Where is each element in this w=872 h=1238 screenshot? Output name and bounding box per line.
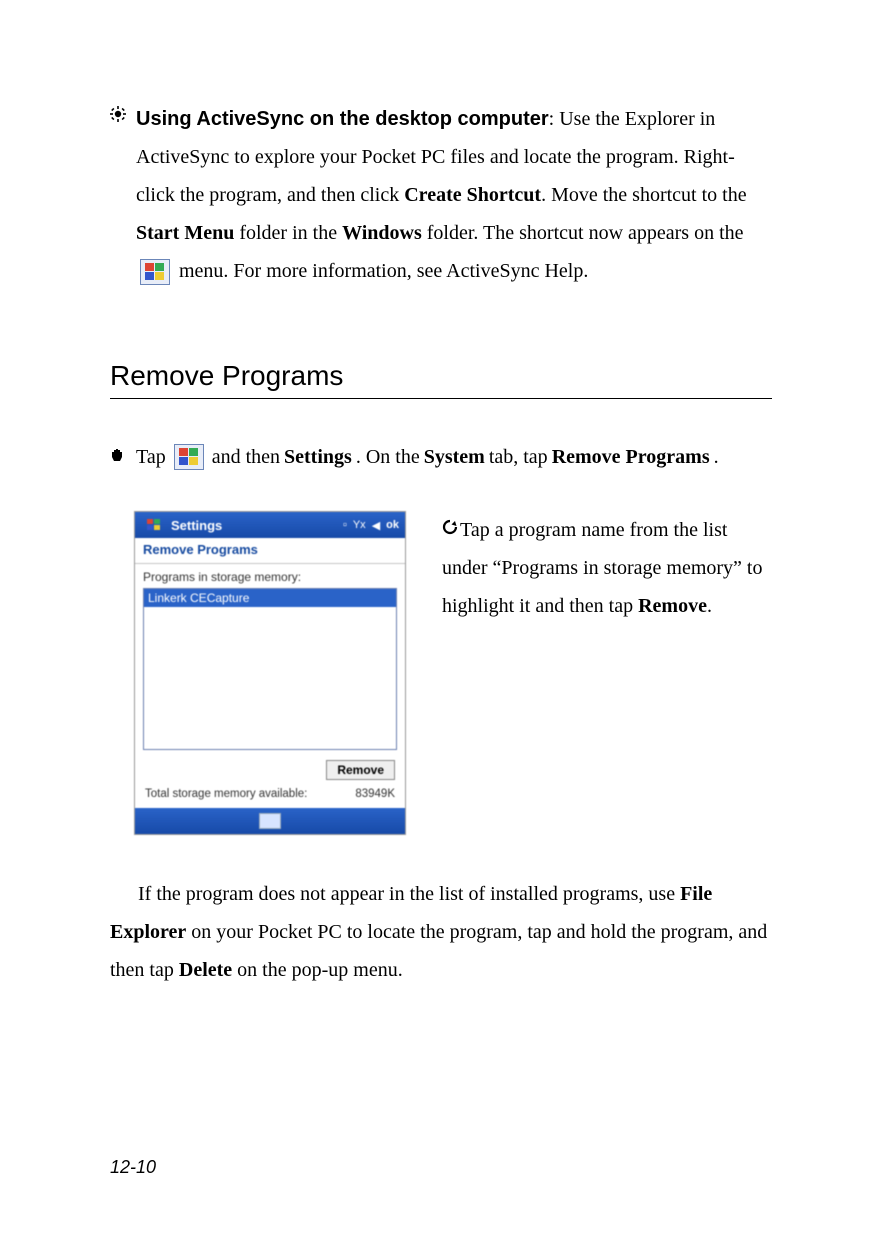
tap-b1: Settings [284,439,352,475]
tap-instruction: Tap and then Settings . On the System ta… [110,439,772,475]
antenna-icon: Yx [353,519,366,531]
tap-end: . [714,439,719,475]
bullet-title: Using ActiveSync on the desktop computer [136,108,549,130]
programs-list-label: Programs in storage memory: [135,564,405,588]
windows-logo-icon [174,444,204,470]
final-b2: Delete [179,959,232,981]
text-b: . Move the shortcut to the [541,184,747,206]
tap-mid: and then [212,439,280,475]
keyboard-icon[interactable] [259,813,281,829]
pocketpc-screenshot: Settings ▫ Yx ◀ ok Remove Programs Progr… [134,511,406,835]
text-e: menu. For more information, see ActiveSy… [174,260,588,282]
activesync-bullet-item: Using ActiveSync on the desktop computer… [110,100,772,290]
hand-icon [110,441,128,473]
button-row: Remove [135,750,405,782]
final-t1: If the program does not appear in the li… [138,883,680,905]
text-c: folder in the [234,222,342,244]
bold-windows: Windows [342,222,422,244]
pocketpc-title: Settings [171,518,222,533]
speaker-icon: ◀ [372,519,380,532]
storage-available-value: 83949K [355,788,395,800]
text-d: folder. The shortcut now appears on the [422,222,744,244]
gear-icon [110,106,126,127]
tap-b3: Remove Programs [552,439,710,475]
remove-button[interactable]: Remove [326,760,395,780]
figure-row: Settings ▫ Yx ◀ ok Remove Programs Progr… [110,511,772,835]
side-bold-remove: Remove [638,595,707,617]
page-number: 12-10 [110,1157,156,1178]
final-paragraph: If the program does not appear in the li… [110,875,772,989]
windows-logo-icon [145,517,163,533]
storage-available-row: Total storage memory available: 83949K [135,782,405,808]
ok-button[interactable]: ok [386,519,399,531]
activesync-paragraph: Using ActiveSync on the desktop computer… [136,100,772,290]
document-page: Using ActiveSync on the desktop computer… [0,0,872,1238]
programs-listbox[interactable]: Linkerk CECapture [143,588,397,750]
bold-create-shortcut: Create Shortcut [404,184,541,206]
signal-icon: ▫ [343,519,347,531]
pocketpc-subtitle: Remove Programs [135,538,405,564]
titlebar-status-icons: ▫ Yx ◀ ok [343,519,399,532]
tap-pre: Tap [136,439,166,475]
windows-logo-icon [140,259,170,285]
side-text-a: Tap a program name from the list under “… [442,519,762,617]
tap-t3: tab, tap [489,439,548,475]
final-t3: on the pop-up menu. [232,959,403,981]
side-instruction: Tap a program name from the list under “… [442,511,772,625]
storage-available-label: Total storage memory available: [145,788,307,800]
pocketpc-titlebar: Settings ▫ Yx ◀ ok [135,512,405,538]
remove-programs-heading: Remove Programs [110,360,772,399]
pocketpc-bottombar [135,808,405,834]
list-item[interactable]: Linkerk CECapture [144,589,396,607]
bold-start-menu: Start Menu [136,222,234,244]
side-end: . [707,595,712,617]
tap-b2: System [424,439,485,475]
tap-t2: . On the [356,439,420,475]
figure-wrapper: Settings ▫ Yx ◀ ok Remove Programs Progr… [110,511,406,835]
refresh-icon [442,512,458,546]
